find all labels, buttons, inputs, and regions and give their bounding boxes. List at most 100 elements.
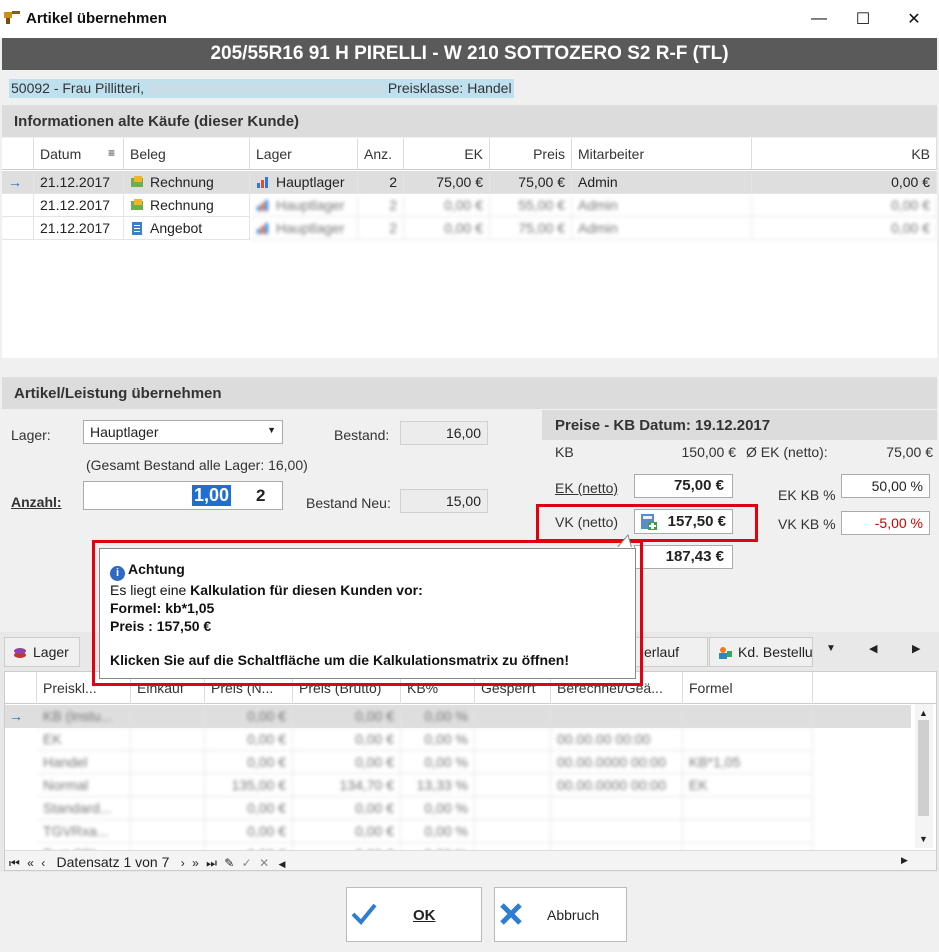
prev-record-icon[interactable]: ‹ [41, 856, 45, 870]
ok-button[interactable]: OK [346, 887, 482, 942]
cancel-edit-icon[interactable]: ✕ [259, 856, 269, 870]
table-row[interactable]: Standard... 0,00 €0,00 €0,00 % [5, 797, 911, 820]
table-cell [131, 797, 205, 820]
minimize-icon: — [811, 10, 827, 27]
confirm-icon[interactable]: ✓ [242, 856, 252, 870]
brutto-input[interactable]: 187,43 € [634, 545, 733, 569]
table-row[interactable]: 21.12.2017 Angebot Hauptlager 2 0,00 € 7… [2, 217, 937, 240]
ek-avg-value: 75,00 € [886, 444, 933, 460]
col-ek[interactable]: EK [404, 138, 490, 170]
customer-prefix: 50092 - Frau Pillitteri, [11, 80, 145, 96]
prices-header: Preise - KB Datum: 19.12.2017 [542, 410, 937, 440]
article-title: 205/55R16 91 H PIRELLI - W 210 SOTTOZERO… [210, 43, 729, 64]
article-icon [3, 9, 21, 25]
table-cell: 0,00 % [401, 820, 475, 843]
cell-lager-text: Hauptlager [276, 220, 345, 236]
window-title: Artikel übernehmen [26, 10, 167, 27]
gesamt-bestand: (Gesamt Bestand alle Lager: 16,00) [86, 457, 308, 473]
calculator-icon[interactable] [641, 514, 657, 534]
table-cell: Handel [37, 751, 131, 774]
tooltip-line1-bold: Kalkulation für diesen Kunden vor: [190, 582, 423, 598]
prev-page-icon[interactable]: « [27, 856, 34, 870]
tabs-prev-icon[interactable]: ◀ [869, 642, 877, 655]
last-record-icon[interactable]: ⏭ [206, 856, 217, 870]
purchases-section-title: Informationen alte Käufe (dieser Kunde) [14, 113, 300, 130]
table-cell: EK [683, 774, 813, 797]
tooltip-line1-prefix: Es liegt eine [110, 582, 191, 598]
article-header: 205/55R16 91 H PIRELLI - W 210 SOTTOZERO… [2, 38, 937, 70]
cell-datum: 21.12.2017 [34, 194, 124, 217]
takeover-section-header: Artikel/Leistung übernehmen [2, 377, 937, 409]
scroll-thumb[interactable] [918, 720, 929, 816]
cell-anz: 2 [358, 171, 404, 194]
vk-kb-input[interactable]: -5,00 % [841, 511, 930, 535]
table-cell: KB (Instu... [37, 705, 131, 728]
lager-select[interactable]: Hauptlager ▼ [83, 420, 283, 444]
table-cell [475, 751, 551, 774]
close-icon: ✕ [907, 11, 921, 28]
table-row[interactable]: Handel 0,00 €0,00 €0,00 % 00.00.0000 00:00… [5, 751, 911, 774]
vk-kb-label: VK KB % [778, 516, 836, 532]
cell-lager-text: Hauptlager [276, 197, 345, 213]
vertical-scrollbar[interactable]: ▲ ▼ [915, 704, 933, 848]
tabs-next-icon[interactable]: ▶ [912, 642, 920, 655]
row-pointer-icon: → [9, 708, 23, 724]
vk-netto-input[interactable]: 157,50 € [634, 509, 733, 534]
ok-button-label: OK [413, 907, 436, 924]
tab-verlauf[interactable]: erlauf [636, 637, 708, 667]
tab-kd-bestellung[interactable]: Kd. Bestellu [709, 637, 813, 667]
anzahl-input[interactable]: 1,00 2 [83, 481, 283, 510]
table-row[interactable]: 21.12.2017 Rechnung Hauptlager 2 0,00 € … [2, 194, 937, 217]
table-cell [131, 820, 205, 843]
tab-kd-bestellung-label: Kd. Bestellu [738, 644, 813, 660]
table-cell [551, 820, 683, 843]
purchases-grid[interactable]: Datum ≡ Beleg Lager Anz. EK Preis Mitarbe… [2, 138, 937, 358]
first-record-icon[interactable]: ⏮ [9, 856, 20, 870]
tabs-dropdown-icon[interactable]: ▼ [826, 643, 836, 654]
table-row[interactable]: KB (Instu... 0,00 €0,00 €0,00 % [5, 705, 911, 728]
table-cell: 00.00.0000 00:00 [551, 774, 683, 797]
col-beleg[interactable]: Beleg [124, 138, 250, 170]
table-cell: Standard... [37, 797, 131, 820]
col-kb[interactable]: KB [752, 138, 937, 170]
next-page-icon[interactable]: » [192, 856, 199, 870]
col-anz[interactable]: Anz. [358, 138, 404, 170]
table-row[interactable]: TGVRxa... 0,00 €0,00 €0,00 % [5, 820, 911, 843]
customer-address-redacted [147, 83, 384, 96]
offer-icon [130, 222, 144, 235]
ek-netto-input[interactable]: 75,00 € [634, 474, 733, 498]
price-class-grid[interactable]: Preiskl... Einkauf Preis (N... Preis (Br… [4, 671, 937, 871]
table-cell [551, 705, 683, 728]
next-record-icon[interactable]: › [181, 856, 185, 870]
scroll-down-icon[interactable]: ▼ [919, 834, 928, 844]
table-row[interactable]: EK 0,00 €0,00 €0,00 % 00.00.00 00:00 [5, 728, 911, 751]
minimize-button[interactable]: — [796, 0, 842, 38]
scroll-right-icon[interactable]: ▶ [901, 855, 908, 866]
bestand-value: 16,00 [400, 421, 488, 445]
table-row[interactable]: Normal 135,00 €134,70 €13,33 % 00.00.0000 … [5, 774, 911, 797]
sort-icon: ≡ [107, 146, 115, 160]
cancel-button[interactable]: Abbruch [494, 887, 627, 942]
edit-icon[interactable]: ✎ [224, 856, 234, 870]
lager-select-value: Hauptlager [90, 424, 159, 440]
row-indicator [2, 217, 34, 240]
scroll-left-icon[interactable]: ◀ [278, 859, 285, 869]
maximize-button[interactable]: ☐ [840, 0, 886, 38]
table-row[interactable]: → 21.12.2017 Rechnung Hauptlager 2 75,00… [2, 171, 937, 194]
col-formel[interactable]: Formel [683, 672, 813, 704]
cell-ek: 75,00 € [404, 171, 490, 194]
tab-lager[interactable]: Lager [4, 637, 80, 667]
col-preis[interactable]: Preis [490, 138, 572, 170]
col-mitarbeiter[interactable]: Mitarbeiter [572, 138, 752, 170]
col-datum[interactable]: Datum ≡ [34, 138, 124, 170]
table-cell [131, 751, 205, 774]
table-cell [683, 728, 813, 751]
scroll-up-icon[interactable]: ▲ [919, 708, 928, 718]
col-lager[interactable]: Lager [250, 138, 358, 170]
close-button[interactable]: ✕ [891, 0, 937, 38]
cell-beleg: Angebot [124, 217, 250, 240]
cell-anz: 2 [358, 194, 404, 217]
table-cell [683, 705, 813, 728]
ek-kb-input[interactable]: 50,00 % [841, 474, 930, 498]
cancel-button-label: Abbruch [547, 907, 600, 923]
